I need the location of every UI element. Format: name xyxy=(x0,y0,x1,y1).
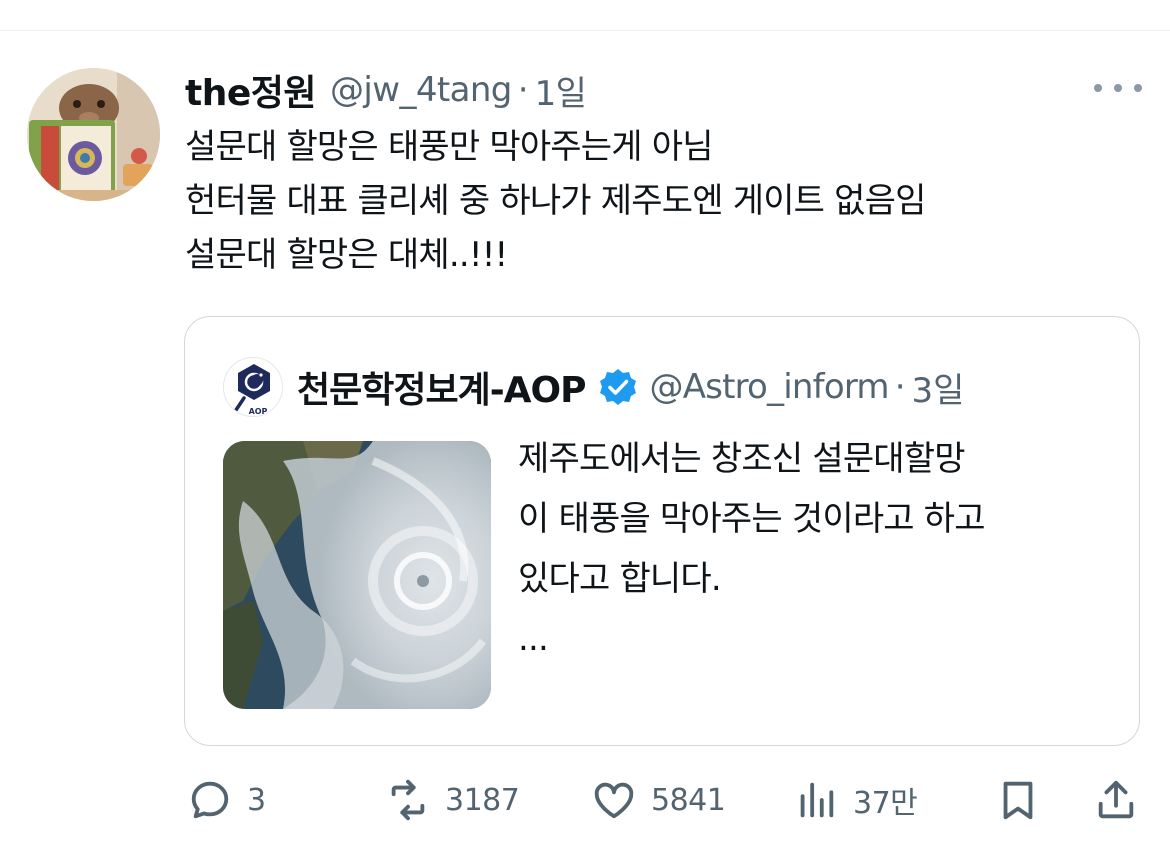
author-avatar[interactable] xyxy=(27,68,160,201)
separator-dot: · xyxy=(894,367,906,407)
tweet-text: 설문대 할망은 태풍만 막아주는게 아님 헌터물 대표 클리셰 중 하나가 제주… xyxy=(185,120,1145,282)
quoted-text-line: 이 태풍을 막아주는 것이라고 하고 xyxy=(518,499,986,539)
tweet-action-bar: 3 3187 5841 37만 xyxy=(185,770,1145,830)
share-icon xyxy=(1098,780,1134,819)
author-name[interactable]: the정원 xyxy=(185,64,317,116)
satellite-image-graphic xyxy=(223,441,491,709)
tweet-text-line: 설문대 할망은 대체..!!! xyxy=(185,235,508,275)
more-icon[interactable] xyxy=(1094,78,1142,98)
like-count: 5841 xyxy=(651,782,726,818)
retweet-count: 3187 xyxy=(445,782,520,818)
aop-logo-icon: AOP xyxy=(224,358,282,416)
views-chart-icon xyxy=(800,782,834,818)
tweet-text-line: 설문대 할망은 태풍만 막아주는게 아님 xyxy=(185,127,714,167)
quoted-author-name[interactable]: 천문학정보계-AOP xyxy=(297,361,587,413)
retweet-icon xyxy=(391,779,425,821)
quoted-tweet-card[interactable]: AOP 천문학정보계-AOP @Astro_inform · 3일 제주도에서는… xyxy=(184,316,1140,746)
author-handle[interactable]: @jw_4tang xyxy=(330,70,512,110)
bookmark-icon xyxy=(1003,781,1033,820)
tweet-timestamp[interactable]: 1일 xyxy=(535,66,587,115)
aop-logo-text: AOP xyxy=(249,407,268,416)
retweet-button[interactable]: 3187 xyxy=(385,770,520,830)
share-button[interactable] xyxy=(1093,770,1139,830)
reply-count: 3 xyxy=(247,782,266,818)
avatar-image xyxy=(27,68,160,201)
separator-dot: · xyxy=(517,70,529,110)
views-count: 37만 xyxy=(853,786,918,821)
more-dot xyxy=(1094,84,1102,92)
quoted-author-handle[interactable]: @Astro_inform xyxy=(650,367,890,407)
reply-icon xyxy=(191,781,229,819)
top-divider xyxy=(0,30,1170,31)
verified-badge-icon xyxy=(599,369,636,405)
quoted-text-line: 있다고 합니다. xyxy=(518,559,722,599)
typhoon-satellite-image[interactable] xyxy=(223,441,491,709)
quoted-tweet-header: 천문학정보계-AOP @Astro_inform · 3일 xyxy=(297,357,964,417)
tweet-header: the정원 @jw_4tang · 1일 xyxy=(185,62,587,118)
quoted-tweet-text: 제주도에서는 창조신 설문대할망 이 태풍을 막아주는 것이라고 하고 있다고 … xyxy=(518,429,1118,669)
more-dot xyxy=(1134,84,1142,92)
quoted-text-ellipsis: ... xyxy=(518,619,549,659)
quoted-text-line: 제주도에서는 창조신 설문대할망 xyxy=(518,439,966,479)
bookmark-button[interactable] xyxy=(995,770,1041,830)
heart-icon xyxy=(594,782,634,819)
quoted-tweet-timestamp[interactable]: 3일 xyxy=(912,363,965,412)
views-button[interactable]: 37만 xyxy=(793,770,918,830)
more-dot xyxy=(1114,84,1122,92)
tweet-text-line: 헌터물 대표 클리셰 중 하나가 제주도엔 게이트 없음임 xyxy=(185,181,926,221)
reply-button[interactable]: 3 xyxy=(187,770,266,830)
quoted-author-avatar[interactable]: AOP xyxy=(223,357,283,417)
like-button[interactable]: 5841 xyxy=(591,770,726,830)
